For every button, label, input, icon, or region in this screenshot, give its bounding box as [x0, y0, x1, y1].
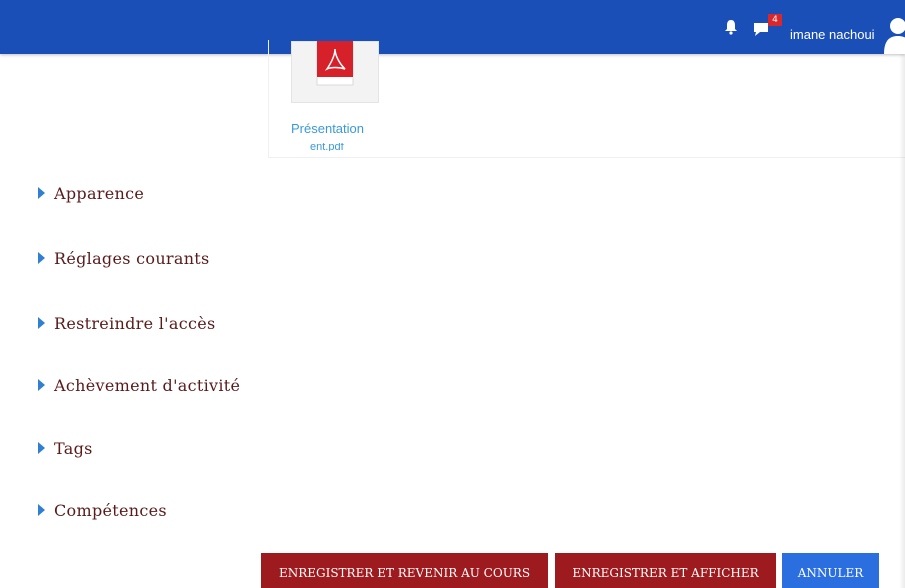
bell-icon[interactable] [722, 18, 740, 36]
section-label: Achèvement d'activité [54, 375, 241, 395]
section-label: Réglages courants [54, 248, 210, 268]
section-label: Restreindre l'accès [54, 313, 216, 333]
caret-right-icon [38, 442, 45, 454]
message-count-badge: 4 [768, 14, 782, 26]
save-and-return-button[interactable]: ENREGISTRER ET REVENIR AU COURS [261, 553, 548, 588]
section-tags[interactable]: Tags [38, 436, 93, 460]
section-label: Apparence [54, 183, 145, 203]
section-competences[interactable]: Compétences [38, 498, 167, 522]
section-label: Compétences [54, 500, 167, 520]
section-label: Tags [54, 438, 93, 458]
caret-right-icon [38, 504, 45, 516]
resource-link-continued[interactable]: ent.pdf [310, 143, 360, 151]
pdf-icon[interactable] [313, 41, 357, 97]
section-achevement-activite[interactable]: Achèvement d'activité [38, 373, 240, 397]
caret-right-icon [38, 252, 45, 264]
save-and-show-button[interactable]: ENREGISTRER ET AFFICHER [555, 553, 776, 588]
section-apparence[interactable]: Apparence [38, 181, 144, 205]
resource-link[interactable]: Présentation [291, 121, 364, 136]
caret-right-icon [38, 379, 45, 391]
caret-right-icon [38, 317, 45, 329]
caret-right-icon [38, 187, 45, 199]
section-restreindre-acces[interactable]: Restreindre l'accès [38, 311, 216, 335]
section-reglages-courants[interactable]: Réglages courants [38, 246, 210, 270]
cancel-button[interactable]: ANNULER [782, 553, 879, 588]
scroll-edge [899, 54, 905, 588]
